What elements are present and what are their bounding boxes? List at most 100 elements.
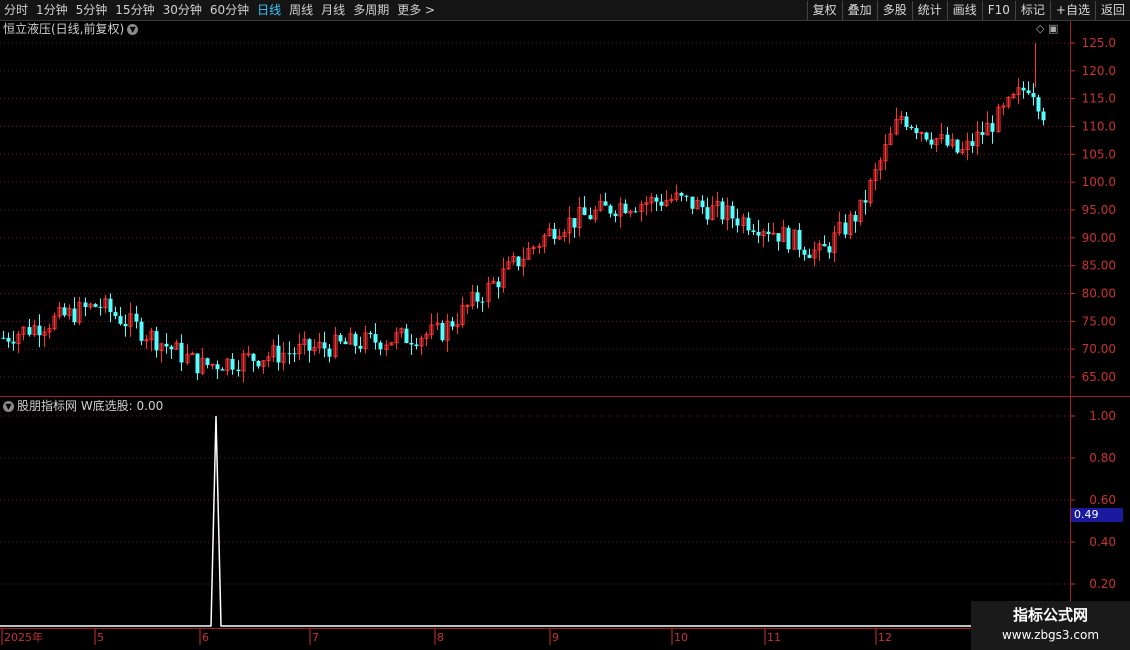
candle-body [1,337,6,339]
x-axis-tick-label: 7 [312,631,319,644]
candle-body [853,214,858,222]
indicator-title[interactable]: ▼ 股朋指标网 W底选股: 0.00 [3,398,163,414]
candle-body [700,200,705,208]
candle-body [27,327,32,335]
x-axis-tick-label: 6 [202,631,209,644]
price-tick-label: 85.00 [1082,259,1116,273]
candle-body [62,307,67,316]
candle-body [582,207,587,216]
candle-body [909,126,914,129]
candle-body [72,308,77,323]
price-tick-label: 125.0 [1082,36,1116,50]
candle-body [37,325,42,336]
candle-body [720,201,725,220]
candle-body [414,344,419,347]
candle-body [154,331,159,351]
candle-body [496,281,501,288]
candle-body [93,304,98,307]
price-tick-label: 75.00 [1082,314,1116,328]
price-tick-label: 100.0 [1082,175,1116,189]
price-tick-label: 70.00 [1082,342,1116,356]
candle-body [516,256,521,267]
candle-body [735,218,740,226]
candle-body [83,302,88,308]
candle-body [118,316,123,324]
candle-body [766,231,771,235]
candle-body [945,134,950,146]
x-axis-tick-label: 11 [767,631,781,644]
indicator-series-line [0,415,1070,627]
candle-body [588,215,593,220]
indicator-tick-label: 0.60 [1089,493,1116,507]
candle-body [1021,87,1026,91]
candle-body [1031,93,1036,98]
candle-body [786,227,791,250]
indicator-tick-label: 0.20 [1089,577,1116,591]
x-axis-tick-label: 5 [97,631,104,644]
candle-body [955,139,960,153]
candle-body [307,339,312,351]
candle-body [970,141,975,146]
price-tick-label: 120.0 [1082,64,1116,78]
candle-body [924,132,929,140]
candle-body [776,233,781,242]
candle-body [746,217,751,231]
candle-body [633,211,638,213]
candle-body [338,335,343,342]
candle-body [236,369,241,372]
candle-body [572,218,577,228]
x-axis-tick-label: 9 [552,631,559,644]
candle-body [134,313,139,322]
price-tick-label: 105.0 [1082,147,1116,161]
candle-body [373,334,378,343]
candle-body [552,228,557,239]
candle-body [409,343,414,345]
candle-body [654,197,659,202]
indicator-tick-label: 0.40 [1089,535,1116,549]
candle-body [613,213,618,217]
candle-body [123,323,128,327]
candle-body [1041,111,1046,121]
candle-body [914,128,919,134]
candle-body [246,353,251,356]
candle-body [190,353,195,356]
candle-body [771,232,776,235]
candle-body [353,333,358,346]
candle-body [169,346,174,350]
y-axis-border [1070,21,1071,629]
candle-body [195,353,200,374]
x-axis-tick-label: 12 [878,631,892,644]
candle-body [827,246,832,253]
watermark: 指标公式网 www.zbgs3.com [971,601,1130,650]
candle-body [480,301,485,303]
candle-body [276,345,281,363]
candle-body [205,358,210,365]
candle-body [751,230,756,233]
candle-body [1001,105,1006,108]
right-side-panel-strip[interactable] [1122,21,1130,629]
price-tick-label: 65.00 [1082,370,1116,384]
candle-body [322,342,327,349]
candle-body [450,321,455,327]
chart-canvas[interactable]: 125.0 120.0 115.0 110.0 105.0 100.0 95.00 90.00… [0,0,1130,650]
indicator-tick-label: 0.80 [1089,451,1116,465]
x-axis-border [0,628,1070,629]
candle-body [623,203,628,214]
chevron-down-icon[interactable]: ▼ [3,401,14,412]
candle-body [705,207,710,220]
candle-body [251,353,256,361]
candle-body [802,249,807,255]
x-axis-tick-label: 8 [437,631,444,644]
candle-body [113,311,118,317]
panel-divider[interactable] [0,396,1130,397]
candle-body [863,200,868,203]
candle-body [843,222,848,235]
candle-body [929,139,934,145]
candle-body [98,306,103,308]
candle-body [164,343,169,347]
candle-body [220,369,225,371]
candle-body [980,132,985,136]
indicator-tick-label: 1.00 [1089,409,1116,423]
candle-body [904,116,909,127]
candle-body [440,322,445,341]
